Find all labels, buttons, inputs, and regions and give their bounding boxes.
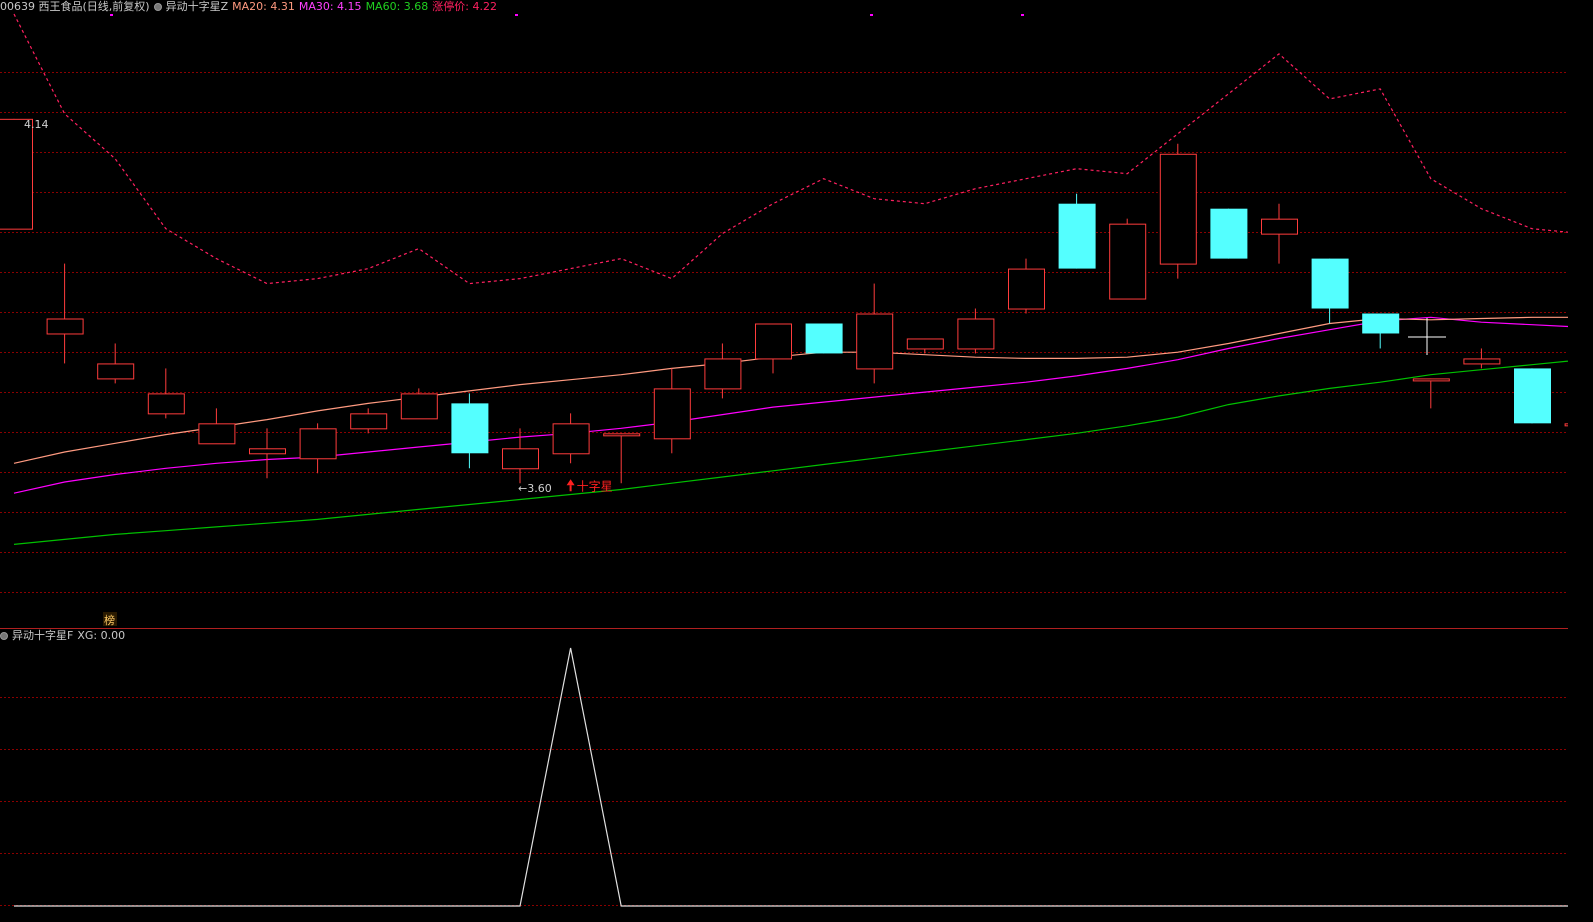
up-candle-body xyxy=(198,423,236,445)
down-candle-body xyxy=(1311,258,1349,309)
low-price-label: ←3.60 xyxy=(518,482,552,495)
top-marker xyxy=(1021,14,1024,16)
candlestick-chart: 4.14 ←3.60 十字星榜 xyxy=(0,13,1568,907)
indicator-name[interactable]: 异动十字星Z xyxy=(166,0,229,14)
up-candle-body xyxy=(1261,218,1298,235)
up-candle-body xyxy=(603,433,641,437)
sub-legend: 异动十字星F XG: 0.00 xyxy=(0,629,125,643)
settings-dot-icon[interactable] xyxy=(0,632,8,640)
up-candle-body xyxy=(1159,153,1197,265)
signal-arrow-icon xyxy=(566,479,575,486)
limit-price-line xyxy=(13,13,1568,285)
up-candle-body xyxy=(1463,358,1501,365)
ma60-value: MA60: 3.68 xyxy=(365,0,429,13)
up-candle-body xyxy=(653,388,691,440)
down-candle-body xyxy=(1210,208,1248,259)
up-candle-body xyxy=(147,393,185,415)
up-candle-body xyxy=(1109,223,1147,300)
up-candle-body xyxy=(0,118,33,230)
up-candle-body xyxy=(755,323,792,360)
down-candle-body xyxy=(1514,368,1551,424)
down-candle-body xyxy=(1362,313,1400,334)
up-candle-body xyxy=(350,413,388,430)
xg-signal-line xyxy=(14,647,1568,907)
up-candle-body xyxy=(957,318,995,350)
ma20-value: MA20: 4.31 xyxy=(232,0,295,13)
down-candle-body xyxy=(805,323,843,354)
up-candle-body xyxy=(502,448,539,470)
signal-label: 十字星 xyxy=(577,478,613,493)
up-candle-body xyxy=(704,358,742,390)
top-marker xyxy=(515,14,518,16)
up-candle-body xyxy=(46,318,84,335)
stock-title: 00639 西王食品(日线,前复权) xyxy=(0,0,150,13)
badge-label: 榜 xyxy=(104,613,115,627)
xg-value: XG: 0.00 xyxy=(77,629,126,642)
up-candle-body xyxy=(856,313,894,370)
down-candle-body xyxy=(1058,203,1096,269)
up-candle-body xyxy=(1008,268,1045,310)
up-candle-body xyxy=(400,393,438,420)
sub-indicator-name[interactable]: 异动十字星F xyxy=(12,629,73,643)
up-candle-body xyxy=(97,363,135,380)
limit-price-value: 涨停价: 4.22 xyxy=(432,0,497,13)
up-candle-body xyxy=(299,428,337,460)
up-candle-body xyxy=(1412,378,1450,382)
top-marker xyxy=(870,14,873,16)
main-legend: 00639 西王食品(日线,前复权) 异动十字星Z MA20: 4.31 MA3… xyxy=(0,0,497,14)
high-price-label: 4.14 xyxy=(24,118,49,131)
up-candle-body xyxy=(1564,423,1568,427)
up-candle-body xyxy=(906,338,944,350)
up-candle-body xyxy=(552,423,590,455)
ma30-value: MA30: 4.15 xyxy=(298,0,362,13)
up-candle-body xyxy=(249,448,286,455)
settings-dot-icon[interactable] xyxy=(153,3,162,11)
top-marker xyxy=(110,14,113,16)
ma60-line xyxy=(13,360,1568,545)
down-candle-body xyxy=(451,403,489,454)
